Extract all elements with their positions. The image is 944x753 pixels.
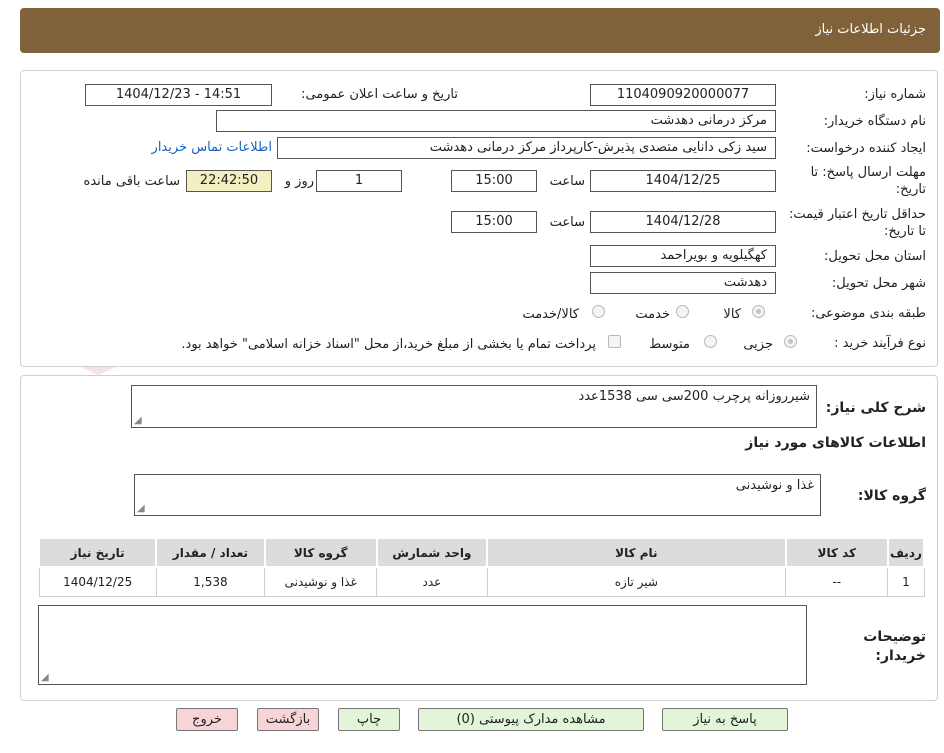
buyer-contact-link[interactable]: اطلاعات تماس خریدار <box>152 140 272 155</box>
view-attachments-button[interactable]: مشاهده مدارک پیوستی (0) <box>418 708 644 731</box>
deadline-time-label: ساعت <box>549 174 585 189</box>
days-remaining-field: 1 <box>316 170 402 192</box>
col-header-goods-group: گروه کالا <box>263 537 378 568</box>
buyer-notes-label: توضیحات خریدار: <box>863 629 926 664</box>
process-medium-label: متوسط <box>649 337 690 352</box>
validity-time-label: ساعت <box>549 215 585 230</box>
category-goods-label: کالا <box>723 307 741 322</box>
col-header-item-code: کد کالا <box>784 537 889 568</box>
back-button[interactable]: بازگشت <box>257 708 319 731</box>
cell-item-name: شیر تازه <box>486 566 787 597</box>
page-title: جزئیات اطلاعات نیاز <box>815 22 926 37</box>
buyer-org-label: نام دستگاه خریدار: <box>823 114 926 129</box>
validity-label: حداقل تاریخ اعتبار قیمت: تا تاریخ: <box>788 207 926 239</box>
requester-field: سید زکی دانایی متصدی پذیرش-کارپرداز مرکز… <box>277 137 776 159</box>
print-button[interactable]: چاپ <box>338 708 400 731</box>
summary-text: شیرروزانه پرچرب 200سی سی 1538عدد <box>578 389 810 404</box>
cell-quantity: 1,538 <box>155 566 266 597</box>
process-label: نوع فرآیند خرید : <box>834 336 926 351</box>
deadline-label: مهلت ارسال پاسخ: تا تاریخ: <box>810 165 926 197</box>
requester-label: ایجاد کننده درخواست: <box>806 141 926 156</box>
goods-group-text: غذا و نوشیدنی <box>735 478 814 493</box>
announce-label: تاریخ و ساعت اعلان عمومی: <box>301 87 458 102</box>
goods-section-title: اطلاعات کالاهای مورد نیاز <box>745 435 926 451</box>
process-medium-radio[interactable] <box>704 335 717 348</box>
validity-time-field: 15:00 <box>451 211 537 233</box>
buyer-notes-textarea[interactable]: ◢ <box>38 605 807 685</box>
summary-label: شرح کلی نیاز: <box>825 400 926 416</box>
validity-date-field: 1404/12/28 <box>590 211 776 233</box>
need-number-field: 1104090920000077 <box>590 84 776 106</box>
cell-goods-group: غذا و نوشیدنی <box>264 566 378 597</box>
cell-row-number: 1 <box>887 566 925 597</box>
announce-field: 1404/12/23 - 14:51 <box>85 84 272 106</box>
resize-handle-icon[interactable]: ◢ <box>137 504 145 514</box>
page-header: جزئیات اطلاعات نیاز <box>20 8 940 53</box>
buyer-org-field: مرکز درمانی دهدشت <box>216 110 776 132</box>
remaining-time-field: 22:42:50 <box>186 170 272 192</box>
need-number-label: شماره نیاز: <box>864 87 926 102</box>
resize-handle-icon[interactable]: ◢ <box>41 673 49 683</box>
col-header-quantity: تعداد / مقدار <box>155 537 266 568</box>
table-header-row: ردیف کد کالا نام کالا واحد شمارش گروه کا… <box>37 537 926 568</box>
remaining-time-label: ساعت باقی مانده <box>83 174 180 189</box>
category-goods-service-radio[interactable] <box>592 305 605 318</box>
deadline-time-field: 15:00 <box>451 170 537 192</box>
cell-need-date: 1404/12/25 <box>38 566 157 597</box>
city-field: دهدشت <box>590 272 776 294</box>
col-header-unit: واحد شمارش <box>375 537 489 568</box>
category-goods-radio[interactable] <box>752 305 765 318</box>
province-label: استان محل تحویل: <box>824 249 926 264</box>
treasury-payment-note: پرداخت تمام یا بخشی از مبلغ خرید،از محل … <box>181 337 596 352</box>
deadline-date-field: 1404/12/25 <box>590 170 776 192</box>
exit-button[interactable]: خروج <box>176 708 238 731</box>
cell-item-code: -- <box>785 566 889 597</box>
col-header-row-number: ردیف <box>886 537 926 568</box>
goods-table: ردیف کد کالا نام کالا واحد شمارش گروه کا… <box>37 537 926 597</box>
respond-button[interactable]: پاسخ به نیاز <box>662 708 788 731</box>
treasury-payment-checkbox[interactable] <box>608 335 621 348</box>
process-minor-label: جزیی <box>743 337 773 352</box>
summary-textarea[interactable]: شیرروزانه پرچرب 200سی سی 1538عدد ◢ <box>131 385 817 428</box>
category-goods-service-label: کالا/خدمت <box>522 307 579 322</box>
province-field: کهگیلویه و بویراحمد <box>590 245 776 267</box>
process-minor-radio[interactable] <box>784 335 797 348</box>
category-label: طبقه بندی موضوعی: <box>810 306 926 321</box>
col-header-need-date: تاریخ نیاز <box>37 537 158 568</box>
goods-group-textarea[interactable]: غذا و نوشیدنی ◢ <box>134 474 821 516</box>
city-label: شهر محل تحویل: <box>831 276 926 291</box>
category-service-radio[interactable] <box>676 305 689 318</box>
col-header-item-name: نام کالا <box>486 537 787 568</box>
goods-group-label: گروه کالا: <box>857 488 926 504</box>
category-service-label: خدمت <box>635 307 670 322</box>
cell-unit: عدد <box>376 566 488 597</box>
resize-handle-icon[interactable]: ◢ <box>134 416 142 426</box>
table-row: 1 -- شیر تازه عدد غذا و نوشیدنی 1,538 14… <box>38 566 925 597</box>
days-label: روز و <box>284 174 314 189</box>
